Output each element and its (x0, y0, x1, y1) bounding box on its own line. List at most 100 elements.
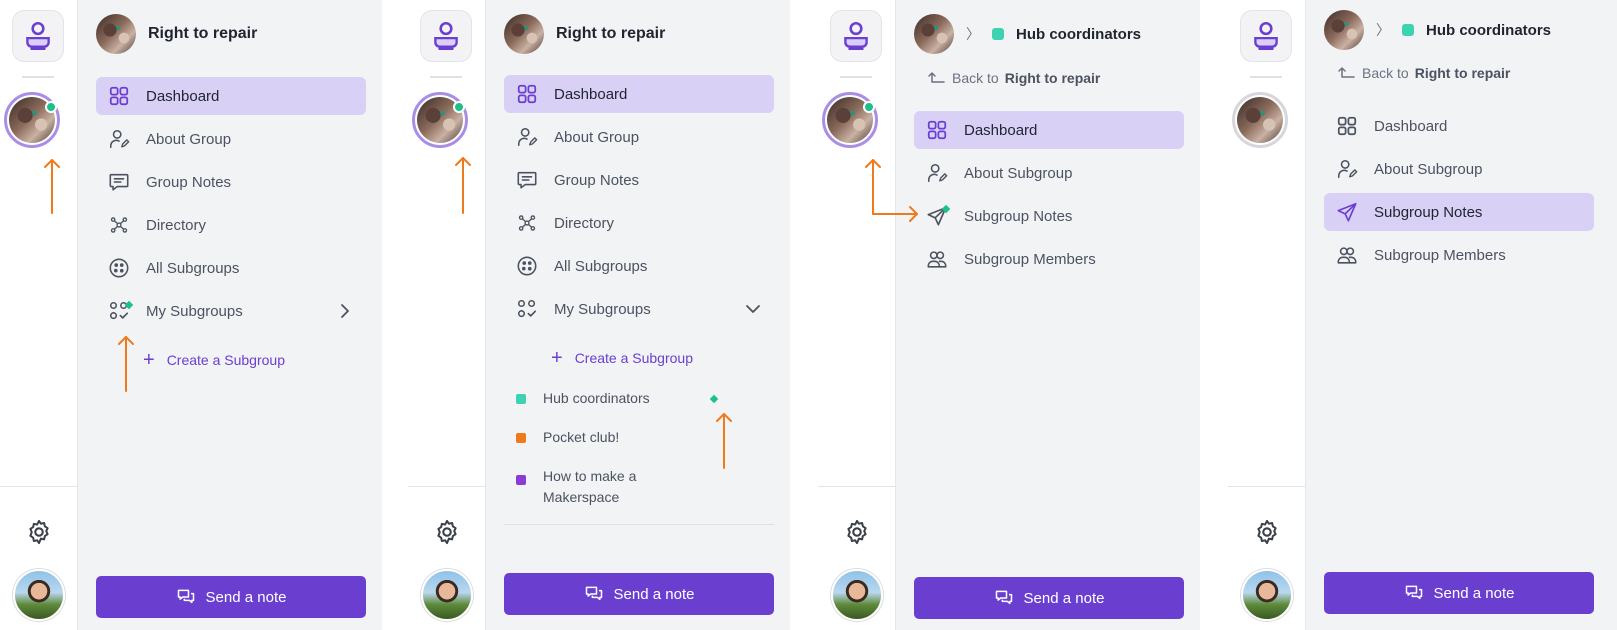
nav-about-subgroup[interactable]: About Subgroup (1324, 150, 1594, 188)
nav-about-subgroup[interactable]: About Subgroup (914, 154, 1184, 192)
nav-dashboard[interactable]: Dashboard (1324, 107, 1594, 145)
group-avatar (504, 14, 544, 54)
send-note-button[interactable]: Send a note (1324, 572, 1594, 614)
nav-directory[interactable]: Directory (504, 204, 774, 242)
subgroup-item-hub-coordinators[interactable]: Hub coordinators (516, 388, 746, 409)
subgroup-sidebar: 〉 Hub coordinators Back to Right to repai… (896, 0, 1200, 630)
nav-all-subgroups[interactable]: All Subgroups (504, 247, 774, 285)
chat-icon (176, 587, 196, 607)
panel-group-collapsed: Right to repair Dashboard About Group Gr… (0, 0, 382, 630)
user-avatar[interactable] (1241, 569, 1293, 621)
nav-label: All Subgroups (146, 259, 240, 277)
group-avatar[interactable] (822, 92, 878, 148)
send-note-button[interactable]: Send a note (914, 577, 1184, 619)
subgroup-sidebar: 〉 Hub coordinators Back to Right to repai… (1306, 0, 1617, 630)
create-subgroup-label: Create a Subgroup (574, 350, 693, 366)
nav-group-notes[interactable]: Group Notes (504, 161, 774, 199)
group-avatar[interactable] (914, 14, 954, 54)
nav-dashboard[interactable]: Dashboard (914, 111, 1184, 149)
subgroup-item-pocket-club[interactable]: Pocket club! (516, 427, 746, 448)
group-header[interactable]: Right to repair (504, 14, 665, 54)
group-avatar[interactable] (4, 92, 60, 148)
nav-my-subgroups[interactable]: My Subgroups (504, 290, 774, 328)
back-to-group-link[interactable]: Back to Right to repair (1338, 65, 1510, 81)
subgroup-nav: Dashboard About Subgroup Subgroup Notes … (914, 111, 1184, 283)
nav-about-group[interactable]: About Group (504, 118, 774, 156)
group-avatar (96, 14, 136, 54)
rail-divider (0, 486, 78, 487)
nav-all-subgroups[interactable]: All Subgroups (96, 249, 366, 287)
nav-label: Dashboard (1374, 117, 1448, 135)
nav-label: About Group (146, 130, 232, 148)
user-avatar[interactable] (421, 569, 473, 621)
send-note-button[interactable]: Send a note (504, 573, 774, 615)
nav-label: Directory (554, 214, 615, 232)
back-target: Right to repair (1004, 70, 1101, 86)
subgroup-title: Hub coordinators (1016, 25, 1142, 43)
dashboard-icon (108, 85, 130, 107)
nav-group-notes[interactable]: Group Notes (96, 163, 366, 201)
group-avatar[interactable] (412, 92, 468, 148)
nav-subgroup-members[interactable]: Subgroup Members (1324, 236, 1594, 274)
send-note-label: Send a note (613, 585, 695, 603)
user-avatar[interactable] (831, 569, 883, 621)
settings-icon[interactable] (1252, 517, 1282, 547)
subgroup-item-makerspace[interactable]: How to make a Makerspace (516, 466, 666, 508)
app-logo-icon[interactable] (420, 10, 472, 62)
rail-divider (430, 76, 462, 78)
app-logo-icon[interactable] (830, 10, 882, 62)
nav-dashboard[interactable]: Dashboard (96, 77, 366, 115)
nav-directory[interactable]: Directory (96, 206, 366, 244)
nav-about-group[interactable]: About Group (96, 120, 366, 158)
about-group-icon (108, 128, 130, 150)
nav-my-subgroups[interactable]: My Subgroups (96, 292, 366, 330)
nav-label: My Subgroups (146, 302, 243, 320)
create-subgroup-link[interactable]: + Create a Subgroup (143, 350, 285, 370)
nav-subgroup-notes[interactable]: Subgroup Notes (914, 197, 1184, 235)
back-to-group-link[interactable]: Back to Right to repair (928, 70, 1100, 86)
panel-subgroup-notes: 〉 Hub coordinators Back to Right to repai… (1228, 0, 1617, 630)
chevron-right-icon[interactable] (336, 302, 354, 324)
back-prefix: Back to (952, 70, 999, 86)
plus-icon: + (143, 349, 155, 371)
dashboard-icon (516, 83, 538, 105)
app-rail (0, 0, 78, 630)
create-subgroup-label: Create a Subgroup (166, 352, 285, 368)
nav-label: Directory (146, 216, 207, 234)
subgroup-label: Hub coordinators (543, 390, 650, 406)
nav-label: All Subgroups (554, 257, 648, 275)
rail-divider (22, 76, 54, 78)
nav-label: About Subgroup (964, 164, 1073, 182)
group-notes-icon (108, 171, 130, 193)
all-subgroups-icon (108, 257, 130, 279)
chat-icon (994, 588, 1014, 608)
create-subgroup-link[interactable]: + Create a Subgroup (551, 348, 693, 368)
panel-group-expanded: Right to repair Dashboard About Group Gr… (408, 0, 790, 630)
members-icon (926, 248, 948, 270)
members-icon (1336, 244, 1358, 266)
app-logo-icon[interactable] (1240, 10, 1292, 62)
settings-icon[interactable] (432, 517, 462, 547)
panel-subgroup-dashboard: 〉 Hub coordinators Back to Right to repai… (818, 0, 1200, 630)
group-header[interactable]: Right to repair (96, 14, 257, 54)
subgroup-label: Pocket club! (543, 429, 620, 445)
chevron-down-icon[interactable] (744, 300, 762, 322)
user-avatar[interactable] (13, 569, 65, 621)
send-note-button[interactable]: Send a note (96, 576, 366, 618)
rail-divider (1250, 76, 1282, 78)
app-logo-icon[interactable] (12, 10, 64, 62)
nav-subgroup-notes[interactable]: Subgroup Notes (1324, 193, 1594, 231)
settings-icon[interactable] (842, 517, 872, 547)
group-avatar[interactable] (1232, 92, 1288, 148)
nav-dashboard[interactable]: Dashboard (504, 75, 774, 113)
group-avatar[interactable] (1324, 10, 1364, 50)
subgroup-nav: Dashboard About Subgroup Subgroup Notes … (1324, 107, 1594, 279)
nav-label: Dashboard (554, 85, 628, 103)
all-subgroups-icon (516, 255, 538, 277)
nav-subgroup-members[interactable]: Subgroup Members (914, 240, 1184, 278)
settings-icon[interactable] (24, 517, 54, 547)
about-subgroup-icon (1336, 158, 1358, 180)
back-prefix: Back to (1362, 65, 1409, 81)
my-subgroups-icon (516, 298, 538, 320)
chat-icon (1404, 583, 1424, 603)
